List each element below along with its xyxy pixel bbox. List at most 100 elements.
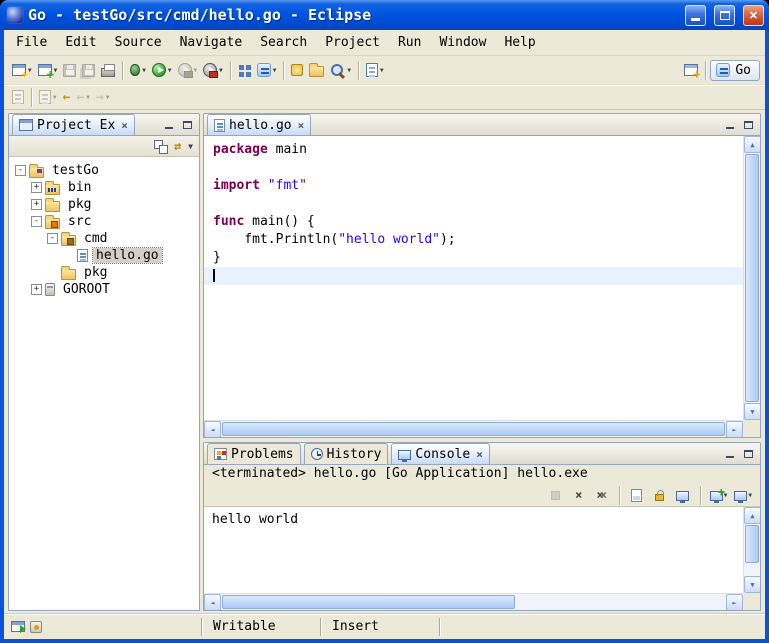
tree-item-goroot[interactable]: + GOROOT xyxy=(9,281,199,298)
collapse-all-button[interactable] xyxy=(154,140,167,153)
open-resource-button[interactable] xyxy=(306,59,327,81)
tab-close-icon[interactable]: × xyxy=(298,120,305,131)
print-button[interactable] xyxy=(98,59,118,81)
tree-item-bin[interactable]: + bin xyxy=(9,179,199,196)
tree-item-testgo[interactable]: - testGo xyxy=(9,162,199,179)
titlebar[interactable]: Go - testGo/src/cmd/hello.go - Eclipse × xyxy=(0,0,769,30)
tree-item-cmd[interactable]: - cmd xyxy=(9,230,199,247)
terminate-button[interactable] xyxy=(546,485,566,505)
tab-close-icon[interactable]: × xyxy=(121,120,128,131)
console-horizontal-scrollbar[interactable]: ◄ ► xyxy=(204,593,743,610)
annotations-button[interactable]: ▼ xyxy=(363,59,387,81)
window-close-button[interactable]: × xyxy=(743,5,764,26)
open-type-button[interactable] xyxy=(288,59,306,81)
clear-console-button[interactable] xyxy=(627,485,647,505)
tab-close-icon[interactable]: × xyxy=(476,449,483,460)
tree-expander[interactable]: + xyxy=(31,284,42,295)
tab-hello-go[interactable]: hello.go × xyxy=(207,114,311,135)
project-tree[interactable]: - testGo + bin + pkg - xyxy=(9,157,199,610)
new-wizard-button[interactable]: ▼ xyxy=(9,59,35,81)
pin-console-button[interactable] xyxy=(673,485,693,505)
tree-expander[interactable]: - xyxy=(15,165,26,176)
menu-file[interactable]: File xyxy=(7,31,56,54)
new-element-button[interactable]: ▼ xyxy=(35,59,61,81)
scroll-right-button[interactable]: ► xyxy=(726,594,743,610)
scroll-up-button[interactable]: ▲ xyxy=(744,507,760,524)
scroll-thumb[interactable] xyxy=(745,525,759,563)
grid-icon-button[interactable] xyxy=(235,59,254,81)
window-minimize-button[interactable] xyxy=(685,5,706,26)
scroll-thumb[interactable] xyxy=(222,595,515,609)
menu-edit[interactable]: Edit xyxy=(56,31,105,54)
trim-widget-button[interactable] xyxy=(30,621,42,633)
minimize-console-button[interactable] xyxy=(723,448,737,460)
editor-horizontal-scrollbar[interactable]: ◄ ► xyxy=(204,420,743,437)
debug-button[interactable]: ▼ xyxy=(127,59,149,81)
menu-window[interactable]: Window xyxy=(430,31,495,54)
console-output[interactable]: hello world ▲ ▼ ◄ ► xyxy=(204,507,760,610)
external-tools-button[interactable]: ▼ xyxy=(200,59,226,81)
fast-view-button[interactable] xyxy=(11,621,25,632)
menu-run[interactable]: Run xyxy=(389,31,430,54)
tree-item-src-pkg[interactable]: pkg xyxy=(9,264,199,281)
menu-navigate[interactable]: Navigate xyxy=(171,31,252,54)
tree-expander[interactable]: + xyxy=(31,199,42,210)
go-perspective-button[interactable]: Go xyxy=(710,60,760,81)
tree-expander[interactable]: + xyxy=(31,182,42,193)
back-button[interactable]: ← ▼ xyxy=(73,86,92,108)
maximize-editor-button[interactable] xyxy=(741,119,755,131)
open-console-button[interactable]: ▼ xyxy=(708,485,730,505)
tab-project-explorer[interactable]: Project Ex × xyxy=(12,114,135,135)
pin-editor-button[interactable] xyxy=(9,86,27,108)
run-button[interactable]: ▼ xyxy=(149,59,175,81)
menu-help[interactable]: Help xyxy=(495,31,544,54)
save-all-button[interactable] xyxy=(79,59,98,81)
maximize-view-button[interactable] xyxy=(180,119,194,131)
scroll-track[interactable] xyxy=(221,421,726,437)
tab-problems[interactable]: Problems xyxy=(207,443,301,464)
print-icon xyxy=(101,68,115,77)
scroll-down-button[interactable]: ▼ xyxy=(744,403,760,420)
tree-item-hello-go[interactable]: hello.go xyxy=(9,247,199,264)
scroll-down-button[interactable]: ▼ xyxy=(744,576,760,593)
display-console-button[interactable]: ▼ xyxy=(732,485,754,505)
maximize-console-button[interactable] xyxy=(741,448,755,460)
next-annotation-button[interactable]: ▼ xyxy=(36,86,60,108)
save-button[interactable] xyxy=(60,59,79,81)
view-menu-button[interactable]: ▼ xyxy=(188,142,193,151)
tab-history[interactable]: History xyxy=(304,443,389,464)
scroll-track[interactable] xyxy=(744,153,760,403)
tree-expander[interactable]: - xyxy=(31,216,42,227)
code-editor[interactable]: package main import "fmt" func main() { … xyxy=(204,136,760,437)
go-tools-button[interactable]: ▼ xyxy=(254,59,280,81)
minimize-view-button[interactable] xyxy=(162,119,176,131)
minimize-editor-button[interactable] xyxy=(723,119,737,131)
editor-vertical-scrollbar[interactable]: ▲ ▼ xyxy=(743,136,760,420)
scroll-track[interactable] xyxy=(744,524,760,576)
forward-button[interactable]: → ▼ xyxy=(93,86,112,108)
menu-source[interactable]: Source xyxy=(106,31,171,54)
tab-console[interactable]: Console × xyxy=(391,443,489,464)
tree-expander[interactable]: - xyxy=(47,233,58,244)
scroll-right-button[interactable]: ► xyxy=(726,421,743,437)
scroll-left-button[interactable]: ◄ xyxy=(204,421,221,437)
scroll-thumb[interactable] xyxy=(745,154,759,402)
link-with-editor-button[interactable]: ⇄ xyxy=(174,140,181,152)
scroll-track[interactable] xyxy=(221,594,726,610)
scroll-up-button[interactable]: ▲ xyxy=(744,136,760,153)
scroll-left-button[interactable]: ◄ xyxy=(204,594,221,610)
open-perspective-button[interactable] xyxy=(681,59,701,81)
run-last-button[interactable]: ▼ xyxy=(175,59,201,81)
menu-search[interactable]: Search xyxy=(251,31,316,54)
scroll-thumb[interactable] xyxy=(222,422,725,436)
tree-item-pkg[interactable]: + pkg xyxy=(9,196,199,213)
remove-launch-button[interactable]: × xyxy=(569,485,589,505)
console-vertical-scrollbar[interactable]: ▲ ▼ xyxy=(743,507,760,593)
remove-all-launches-button[interactable]: ×× xyxy=(592,485,612,505)
window-maximize-button[interactable] xyxy=(714,5,735,26)
tree-item-src[interactable]: - src xyxy=(9,213,199,230)
menu-project[interactable]: Project xyxy=(316,31,389,54)
scroll-lock-button[interactable] xyxy=(650,485,670,505)
search-button[interactable]: ▼ xyxy=(327,59,354,81)
last-edit-location-button[interactable]: ← xyxy=(60,86,74,108)
